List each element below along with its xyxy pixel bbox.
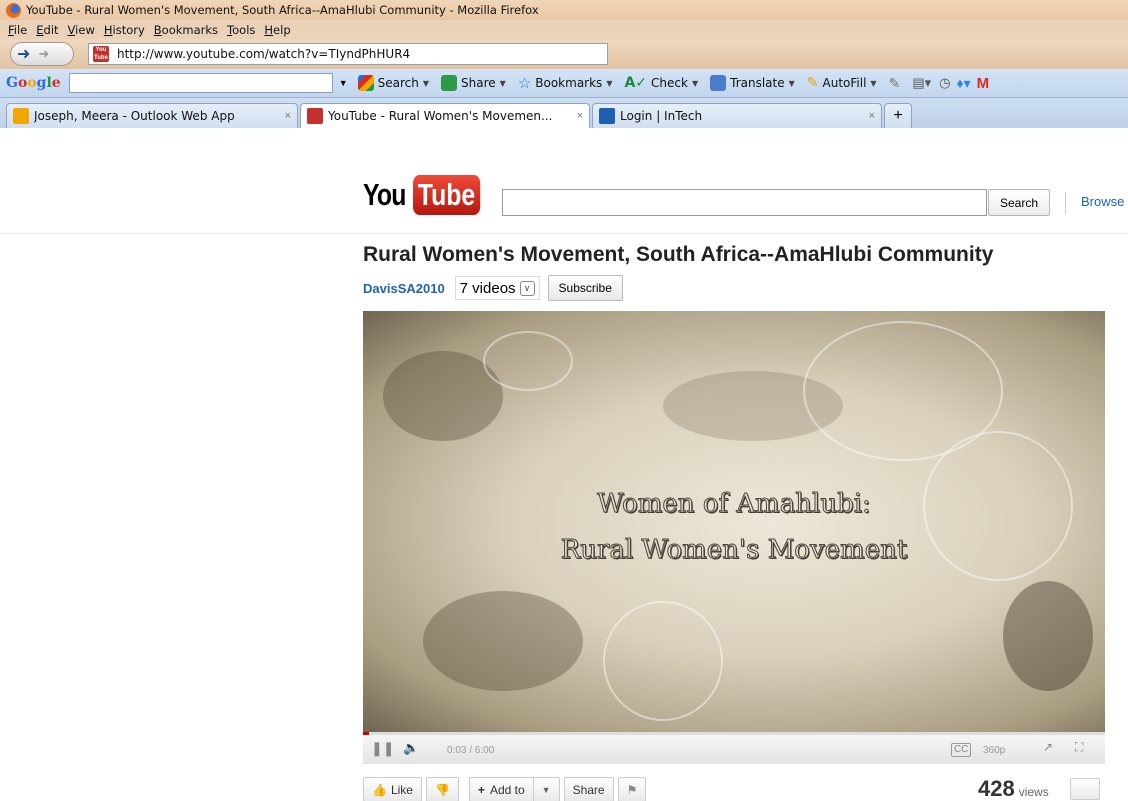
flag-icon: ⚑ xyxy=(626,782,638,797)
google-toolbar: Google ▼ Search ▼ Share ▼ ☆ Bookmarks ▼ A✓ … xyxy=(0,69,1128,98)
tab-outlook[interactable]: Joseph, Meera - Outlook Web App × xyxy=(6,103,298,128)
popout-icon[interactable]: ↗ xyxy=(1043,740,1053,754)
close-tab-icon[interactable]: × xyxy=(577,110,583,122)
window-title: YouTube - Rural Women's Movement, South … xyxy=(26,3,539,17)
channel-videos-button[interactable]: 7 videos ∨ xyxy=(454,276,540,300)
channel-link[interactable]: DavisSA2010 xyxy=(363,281,445,296)
channel-row: DavisSA2010 7 videos ∨ Subscribe xyxy=(363,275,623,301)
volume-icon[interactable]: 🔈 xyxy=(403,740,419,756)
dislike-button[interactable]: 👎 xyxy=(425,777,459,801)
close-tab-icon[interactable]: × xyxy=(869,110,875,122)
highlighter-icon[interactable]: ✎ xyxy=(889,75,901,92)
google-check-button[interactable]: A✓ Check ▼ xyxy=(624,75,698,91)
video-actions: 👍 Like 👎 + Add to ▼ Share ⚑ xyxy=(363,776,650,801)
view-count: 428 views xyxy=(978,776,1049,801)
tab-intech[interactable]: Login | InTech × xyxy=(592,103,882,128)
back-forward-group: ➜ ➜ xyxy=(10,42,74,66)
thumbs-up-icon: 👍 xyxy=(372,782,387,797)
navigation-bar: ➜ ➜ You Tube http://www.youtube.com/watch… xyxy=(0,39,1128,69)
google-search-dropdown-icon[interactable]: ▼ xyxy=(339,78,348,88)
views-label: views xyxy=(1018,785,1049,799)
progress-bar-played[interactable] xyxy=(363,732,369,735)
puzzle-icon[interactable]: ♦▾ xyxy=(956,75,970,92)
header-divider xyxy=(1065,192,1066,214)
google-logo: Google xyxy=(6,75,61,91)
decorative-swirl xyxy=(603,601,723,721)
video-frame-title-line2: Rural Women's Movement xyxy=(560,535,908,566)
translate-icon xyxy=(710,75,727,91)
firefox-logo-icon xyxy=(6,2,21,18)
add-to-button[interactable]: + Add to xyxy=(468,777,534,801)
views-number: 428 xyxy=(978,776,1015,801)
youtube-favicon-icon xyxy=(307,108,323,124)
fullscreen-icon[interactable]: ⛶ xyxy=(1075,740,1083,755)
videos-count-label: 7 videos xyxy=(459,279,516,297)
outlook-icon xyxy=(13,108,29,124)
browse-link[interactable]: Browse xyxy=(1081,194,1124,209)
google-search-input[interactable] xyxy=(68,73,333,93)
back-arrow-icon[interactable]: ➜ xyxy=(17,44,30,64)
plus-icon: + xyxy=(477,782,485,797)
close-tab-icon[interactable]: × xyxy=(285,110,291,122)
tab-bar: Joseph, Meera - Outlook Web App × YouTub… xyxy=(0,98,1128,128)
menu-history[interactable]: History xyxy=(104,23,145,37)
player-controls: ❚❚ 🔈 0:03 / 6:00 CC 360p ↗ ⛶ xyxy=(363,732,1105,764)
address-bar-url[interactable]: http://www.youtube.com/watch?v=TIyndPhHU… xyxy=(117,47,410,61)
flag-button[interactable]: ⚑ xyxy=(617,777,647,801)
youtube-search-button[interactable]: Search xyxy=(988,189,1050,216)
address-bar[interactable]: You Tube http://www.youtube.com/watch?v=T… xyxy=(88,43,608,65)
stats-button[interactable] xyxy=(1070,778,1100,800)
captions-icon[interactable]: CC xyxy=(951,743,972,757)
youtube-favicon-icon: You Tube xyxy=(93,46,109,62)
clock-icon[interactable]: ◷ xyxy=(939,75,950,91)
add-to-dropdown[interactable]: ▼ xyxy=(533,777,560,801)
quality-button[interactable]: 360p xyxy=(983,745,1005,756)
time-display: 0:03 / 6:00 xyxy=(447,745,495,756)
like-button[interactable]: 👍 Like xyxy=(363,777,422,801)
video-frame-title-line1: Women of Amahlubi: xyxy=(597,489,872,520)
pencil-icon: ✎ xyxy=(806,75,819,91)
menu-bookmarks[interactable]: Bookmarks xyxy=(154,23,218,37)
intech-icon xyxy=(599,108,615,124)
menu-bar: File Edit View History Bookmarks Tools H… xyxy=(0,20,1128,39)
google-search-icon xyxy=(357,75,374,91)
forward-arrow-icon[interactable]: ➜ xyxy=(38,46,49,62)
menu-file[interactable]: File xyxy=(8,23,27,37)
expand-icon: ∨ xyxy=(519,280,535,296)
header-divider-line xyxy=(0,233,1128,234)
thumbs-down-icon: 👎 xyxy=(434,782,450,797)
share-button[interactable]: Share xyxy=(563,777,614,801)
google-autofill-button[interactable]: ✎ AutoFill ▼ xyxy=(807,75,877,91)
google-share-button[interactable]: Share ▼ xyxy=(441,75,506,91)
grunge-stain xyxy=(1003,581,1093,691)
video-title: Rural Women's Movement, South Africa--Am… xyxy=(363,243,994,266)
menu-edit[interactable]: Edit xyxy=(36,23,58,37)
youtube-logo[interactable]: You Tube xyxy=(363,175,497,215)
share-icon xyxy=(441,75,458,91)
subscribe-button[interactable]: Subscribe xyxy=(547,275,623,301)
new-tab-button[interactable]: + xyxy=(884,103,912,128)
page-menu-icon[interactable]: ▤▾ xyxy=(912,75,931,91)
window-titlebar: YouTube - Rural Women's Movement, South … xyxy=(0,0,1128,20)
tab-youtube[interactable]: YouTube - Rural Women's Movemen... × xyxy=(300,103,590,128)
video-player[interactable]: Women of Amahlubi: Rural Women's Movemen… xyxy=(363,311,1105,732)
google-translate-button[interactable]: Translate ▼ xyxy=(710,75,795,91)
star-icon: ☆ xyxy=(517,74,532,92)
menu-tools[interactable]: Tools xyxy=(227,23,255,37)
pause-icon[interactable]: ❚❚ xyxy=(371,740,394,757)
menu-help[interactable]: Help xyxy=(264,23,290,37)
spellcheck-icon: A✓ xyxy=(624,75,648,91)
decorative-swirl xyxy=(483,331,573,391)
google-bookmarks-button[interactable]: ☆ Bookmarks ▼ xyxy=(518,74,613,92)
gmail-icon[interactable]: M xyxy=(977,75,990,92)
google-search-button[interactable]: Search ▼ xyxy=(357,75,429,91)
youtube-search-input[interactable] xyxy=(502,189,987,216)
chevron-down-icon: ▼ xyxy=(541,784,551,795)
menu-view[interactable]: View xyxy=(68,23,95,37)
grunge-stain xyxy=(423,591,583,691)
